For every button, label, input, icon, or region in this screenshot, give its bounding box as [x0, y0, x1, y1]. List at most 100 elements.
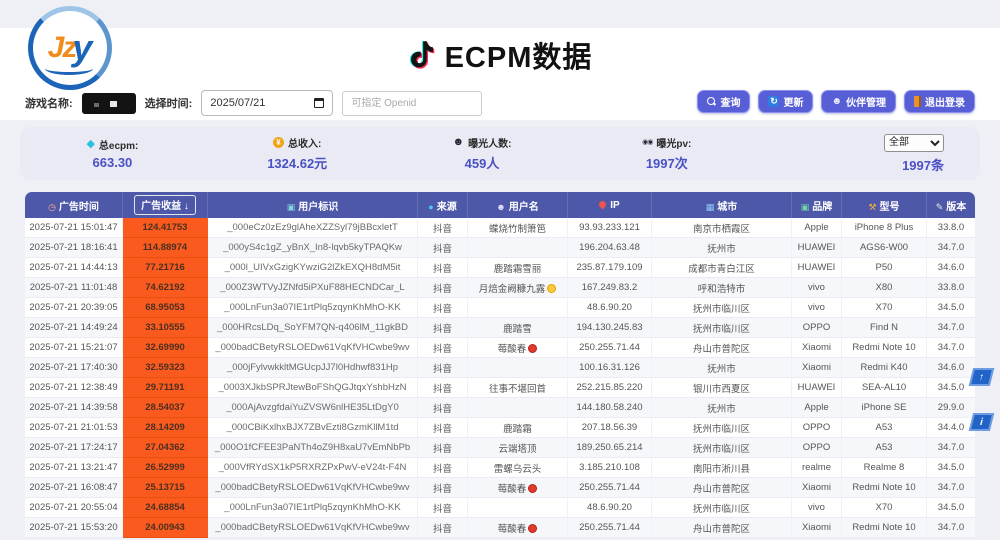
header-card: ECPM数据 游戏名称: 选择时间: 2025/07/21 查询 ↻ 更新 ☻ … [0, 28, 1000, 120]
cell-uid: _000badCBetyRSLOEDw61VqKfVHCwbe9wv [208, 338, 418, 358]
cell-city: 舟山市普陀区 [652, 338, 792, 358]
table-row: 2025-07-21 14:49:2433.10555_000HRcsLDq_S… [25, 318, 975, 338]
cell-user [468, 298, 568, 318]
cell-revenue: 24.00943 [123, 518, 208, 538]
brand-icon: ▣ [801, 202, 810, 212]
cell-revenue: 27.04362 [123, 438, 208, 458]
cell-user: 雷螺乌云头 [468, 458, 568, 478]
cell-time: 2025-07-21 15:01:47 [25, 218, 123, 238]
cell-uid: _000HRcsLDq_SoYFM7QN-q406lM_11gkBD [208, 318, 418, 338]
table-row: 2025-07-21 17:40:3032.59323_000jFylvwkkl… [25, 358, 975, 378]
user-icon: ☻ [496, 202, 505, 212]
column-header-2[interactable]: 广告收益 ↓ [123, 192, 208, 218]
cell-ip: 196.204.63.48 [568, 238, 652, 258]
cell-version: 34.7.0 [927, 518, 975, 538]
table-row: 2025-07-21 14:44:1377.21716_000l_UIVxGzi… [25, 258, 975, 278]
cell-user: 莓酸春 [468, 338, 568, 358]
data-table-wrap: ◷广告时间广告收益 ↓▣用户标识●来源☻用户名IP▦城市▣品牌⚒型号✎版本 20… [25, 192, 975, 538]
cell-revenue: 33.10555 [123, 318, 208, 338]
cell-brand: HUAWEI [792, 258, 842, 278]
refresh-button[interactable]: ↻ 更新 [758, 90, 813, 113]
cell-time: 2025-07-21 14:49:24 [25, 318, 123, 338]
cell-brand: OPPO [792, 318, 842, 338]
cell-time: 2025-07-21 17:40:30 [25, 358, 123, 378]
cell-brand: HUAWEI [792, 238, 842, 258]
cell-uid: _000jFylvwkkltMGUcpJJ7l0Hdhwf831Hp [208, 358, 418, 378]
cell-model: iPhone SE [842, 398, 927, 418]
scope-select[interactable]: 全部 [884, 134, 944, 152]
cell-city: 成都市青白江区 [652, 258, 792, 278]
table-row: 2025-07-21 20:55:0424.68854_000LnFun3a07… [25, 498, 975, 518]
cell-model: X70 [842, 498, 927, 518]
cell-time: 2025-07-21 21:01:53 [25, 418, 123, 438]
date-input[interactable]: 2025/07/21 [201, 90, 333, 116]
strawberry-emoji [528, 524, 537, 533]
cell-uid: _000LnFun3a07IE1rtPlq5zqynKhMhO-KK [208, 498, 418, 518]
logout-icon [914, 96, 921, 107]
cell-user [468, 358, 568, 378]
cell-ip: 48.6.90.20 [568, 498, 652, 518]
cell-brand: Xiaomi [792, 478, 842, 498]
back-to-top-button[interactable]: ↑ [969, 368, 994, 386]
cell-uid: _000LnFun3a07IE1rtPlq5zqynKhMhO-KK [208, 298, 418, 318]
info-badge-button[interactable]: i [969, 413, 994, 431]
table-row: 2025-07-21 21:01:5328.14209_000CBiKxlhxB… [25, 418, 975, 438]
cell-model: X80 [842, 278, 927, 298]
cell-source: 抖音 [418, 258, 468, 278]
cell-brand: OPPO [792, 438, 842, 458]
eyes-icon: ◉◉ [642, 139, 652, 146]
sort-control[interactable]: 广告收益 ↓ [134, 195, 196, 215]
diamond-icon: ◆ [86, 139, 94, 150]
cell-uid: _000yS4c1gZ_yBnX_In8-lqvb5kyTPAQKw [208, 238, 418, 258]
cell-ip: 100.16.31.126 [568, 358, 652, 378]
cell-user: 蝶烧竹制箫笆 [468, 218, 568, 238]
cell-time: 2025-07-21 18:16:41 [25, 238, 123, 258]
cell-brand: vivo [792, 498, 842, 518]
cell-brand: vivo [792, 298, 842, 318]
cell-revenue: 68.95053 [123, 298, 208, 318]
cell-model: A53 [842, 438, 927, 458]
cell-city: 抚州市 [652, 398, 792, 418]
cell-brand: Apple [792, 398, 842, 418]
cell-time: 2025-07-21 20:39:05 [25, 298, 123, 318]
clock-icon: ◷ [48, 202, 56, 212]
stat-label: 曝光人数: [468, 135, 511, 150]
cell-brand: HUAWEI [792, 378, 842, 398]
column-header-4: ●来源 [418, 192, 468, 218]
cell-brand: Xiaomi [792, 518, 842, 538]
cell-ip: 48.6.90.20 [568, 298, 652, 318]
ecpm-table: ◷广告时间广告收益 ↓▣用户标识●来源☻用户名IP▦城市▣品牌⚒型号✎版本 20… [25, 192, 975, 538]
person-icon: ☻ [453, 137, 465, 148]
cell-time: 2025-07-21 16:08:47 [25, 478, 123, 498]
refresh-icon: ↻ [768, 96, 779, 107]
table-row: 2025-07-21 16:08:4725.13715_000badCBetyR… [25, 478, 975, 498]
table-row: 2025-07-21 14:39:5828.54037_000AjAvzgfda… [25, 398, 975, 418]
cell-uid: _000O1fCFEE3PaNTh4oZ9H8xaU7vEmNbPb [208, 438, 418, 458]
cell-brand: Apple [792, 218, 842, 238]
cell-source: 抖音 [418, 238, 468, 258]
table-row: 2025-07-21 20:39:0568.95053_000LnFun3a07… [25, 298, 975, 318]
cell-ip: 250.255.71.44 [568, 478, 652, 498]
cell-city: 舟山市普陀区 [652, 478, 792, 498]
cell-revenue: 32.69990 [123, 338, 208, 358]
cell-user: 莓酸春 [468, 518, 568, 538]
cell-uid: _0003XJkbSPRJtewBoFShQGJtqxYshbHzN [208, 378, 418, 398]
cell-revenue: 114.88974 [123, 238, 208, 258]
cell-model: Find N [842, 318, 927, 338]
cell-city: 南阳市淅川县 [652, 458, 792, 478]
partner-manage-button[interactable]: ☻ 伙伴管理 [821, 90, 896, 113]
cell-version: 34.7.0 [927, 318, 975, 338]
column-header-10: ✎版本 [927, 192, 975, 218]
logout-button[interactable]: 退出登录 [904, 90, 975, 113]
cell-source: 抖音 [418, 358, 468, 378]
cell-model: Redmi K40 [842, 358, 927, 378]
cell-city: 抚州市 [652, 358, 792, 378]
cell-user [468, 398, 568, 418]
search-icon [707, 97, 716, 106]
table-row: 2025-07-21 17:24:1727.04362_000O1fCFEE3P… [25, 438, 975, 458]
table-row: 2025-07-21 13:21:4726.52999_000VfRYdSX1k… [25, 458, 975, 478]
query-button[interactable]: 查询 [697, 90, 750, 113]
cell-source: 抖音 [418, 378, 468, 398]
openid-input[interactable] [342, 91, 482, 116]
cell-revenue: 24.68854 [123, 498, 208, 518]
